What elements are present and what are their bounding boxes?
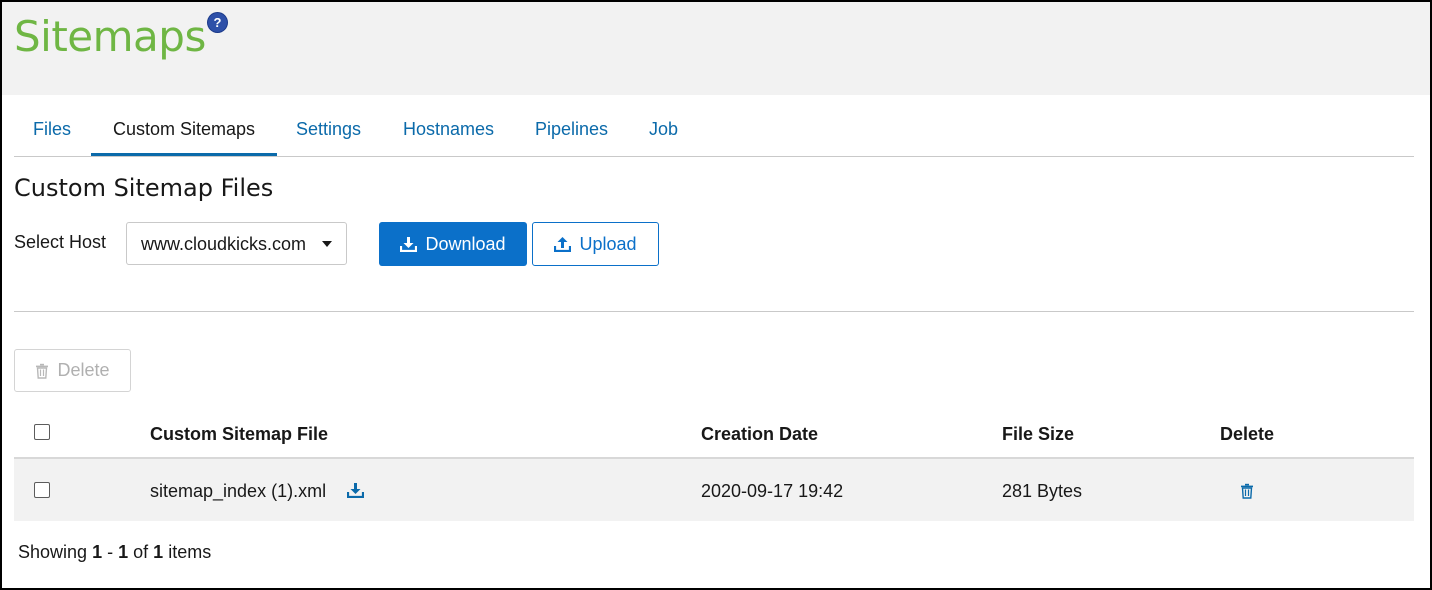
delete-button-label: Delete (57, 360, 110, 380)
page-header: Sitemaps ? (2, 2, 1430, 95)
column-header-size[interactable]: File Size (1002, 424, 1074, 445)
trash-icon[interactable] (1240, 483, 1254, 499)
delete-button[interactable]: Delete (14, 349, 131, 392)
tab-pipelines[interactable]: Pipelines (535, 105, 608, 156)
sitemap-table: Custom Sitemap File Creation Date File S… (14, 407, 1414, 521)
download-button-label: Download (425, 233, 506, 254)
tab-job[interactable]: Job (649, 105, 678, 156)
table-row: sitemap_index (1).xml 2020-09-17 19:42 2… (14, 459, 1414, 521)
download-button[interactable]: Download (379, 222, 527, 266)
download-icon[interactable] (347, 482, 364, 498)
file-name-cell: sitemap_index (1).xml (150, 481, 327, 501)
help-icon[interactable]: ? (208, 13, 227, 32)
select-host-label: Select Host (14, 232, 107, 252)
tab-settings[interactable]: Settings (296, 105, 361, 156)
section-title: Custom Sitemap Files (14, 174, 274, 202)
tab-bar: Files Custom Sitemaps Settings Hostnames… (14, 105, 1414, 157)
upload-button-label: Upload (579, 233, 637, 254)
of-text: of (133, 542, 149, 562)
creation-date-cell: 2020-09-17 19:42 (701, 481, 844, 501)
upload-button[interactable]: Upload (532, 222, 659, 266)
range-end: 1 (118, 542, 129, 562)
column-header-date[interactable]: Creation Date (701, 424, 818, 445)
pagination-summary: Showing 1 - 1 of 1 items (18, 542, 211, 563)
tab-custom-sitemaps[interactable]: Custom Sitemaps (91, 105, 277, 156)
select-all-checkbox[interactable] (34, 424, 50, 440)
upload-icon (554, 237, 572, 252)
page-title: Sitemaps (14, 12, 206, 61)
row-checkbox[interactable] (34, 482, 50, 498)
column-header-delete: Delete (1220, 424, 1275, 444)
total-count: 1 (153, 542, 164, 562)
host-select[interactable]: www.cloudkicks.com (126, 222, 347, 265)
file-size-cell: 281 Bytes (1002, 481, 1083, 501)
table-header: Custom Sitemap File Creation Date File S… (14, 407, 1414, 459)
trash-icon (36, 363, 49, 379)
caret-down-icon (322, 241, 332, 247)
app-frame: Sitemaps ? Files Custom Sitemaps Setting… (0, 0, 1432, 590)
range-dash: - (107, 542, 114, 562)
items-text: items (168, 542, 212, 562)
host-select-value: www.cloudkicks.com (141, 234, 307, 254)
showing-text: Showing (18, 542, 88, 562)
column-header-file[interactable]: Custom Sitemap File (150, 424, 328, 445)
tab-hostnames[interactable]: Hostnames (403, 105, 494, 156)
section-divider (14, 311, 1414, 312)
download-icon (400, 237, 418, 252)
tab-files[interactable]: Files (33, 105, 71, 156)
range-start: 1 (92, 542, 103, 562)
